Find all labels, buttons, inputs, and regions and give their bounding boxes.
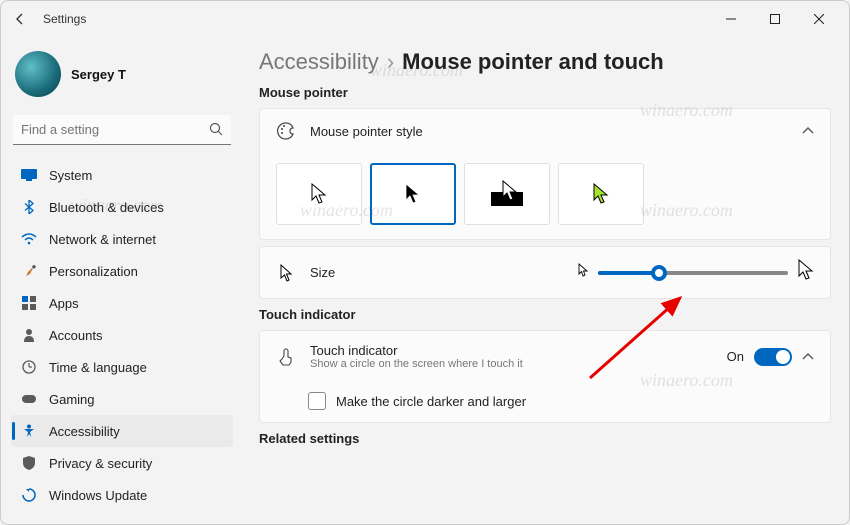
settings-window: Settings Sergey T System Bluetooth & dev…: [0, 0, 850, 525]
apps-icon: [21, 295, 37, 311]
cursor-icon: [276, 263, 296, 283]
nav-system[interactable]: System: [11, 159, 233, 191]
content-area: Accessibility › Mouse pointer and touch …: [241, 37, 849, 524]
checkbox-label: Make the circle darker and larger: [336, 394, 526, 409]
bluetooth-icon: [21, 199, 37, 215]
nav-label: System: [49, 168, 92, 183]
person-icon: [21, 327, 37, 343]
nav-label: Time & language: [49, 360, 147, 375]
section-related: Related settings: [259, 431, 831, 446]
mouse-pointer-style-card: Mouse pointer style: [259, 108, 831, 240]
titlebar: Settings: [1, 1, 849, 37]
search-input[interactable]: [13, 115, 231, 145]
back-button[interactable]: [9, 8, 31, 30]
cursor-small-icon: [578, 263, 588, 282]
nav-personalization[interactable]: Personalization: [11, 255, 233, 287]
touch-indicator-card: Touch indicator Show a circle on the scr…: [259, 330, 831, 423]
breadcrumb-parent[interactable]: Accessibility: [259, 49, 379, 75]
nav-label: Personalization: [49, 264, 138, 279]
toggle-label: On: [727, 349, 744, 364]
darker-larger-checkbox[interactable]: [308, 392, 326, 410]
pointer-style-custom[interactable]: [558, 163, 644, 225]
nav-apps[interactable]: Apps: [11, 287, 233, 319]
cursor-large-icon: [798, 259, 814, 286]
size-slider[interactable]: [598, 271, 788, 275]
nav-list: System Bluetooth & devices Network & int…: [11, 159, 233, 511]
window-title: Settings: [43, 12, 86, 26]
section-mouse-pointer: Mouse pointer: [259, 85, 831, 100]
section-touch-indicator: Touch indicator: [259, 307, 831, 322]
card-sub: Show a circle on the screen where I touc…: [310, 358, 713, 370]
avatar: [15, 51, 61, 97]
shield-icon: [21, 455, 37, 471]
minimize-button[interactable]: [709, 4, 753, 34]
pointer-style-black[interactable]: [370, 163, 456, 225]
search-box[interactable]: [13, 115, 231, 145]
touch-option-row[interactable]: Make the circle darker and larger: [260, 382, 830, 422]
nav-label: Bluetooth & devices: [49, 200, 164, 215]
breadcrumb: Accessibility › Mouse pointer and touch: [259, 49, 831, 75]
sidebar: Sergey T System Bluetooth & devices Netw…: [1, 37, 241, 524]
close-button[interactable]: [797, 4, 841, 34]
pointer-style-white[interactable]: [276, 163, 362, 225]
card-header[interactable]: Mouse pointer style: [260, 109, 830, 153]
nav-time-language[interactable]: Time & language: [11, 351, 233, 383]
user-account-row[interactable]: Sergey T: [11, 45, 233, 107]
paintbrush-icon: [21, 263, 37, 279]
card-label: Touch indicator: [310, 343, 713, 358]
pointer-style-inverted[interactable]: [464, 163, 550, 225]
nav-privacy[interactable]: Privacy & security: [11, 447, 233, 479]
card-label: Mouse pointer style: [310, 124, 788, 139]
nav-label: Gaming: [49, 392, 95, 407]
nav-windows-update[interactable]: Windows Update: [11, 479, 233, 511]
update-icon: [21, 487, 37, 503]
page-title: Mouse pointer and touch: [402, 49, 664, 75]
nav-label: Windows Update: [49, 488, 147, 503]
nav-label: Accessibility: [49, 424, 120, 439]
pointer-style-options: [260, 153, 830, 239]
nav-network[interactable]: Network & internet: [11, 223, 233, 255]
slider-thumb[interactable]: [651, 265, 667, 281]
touch-toggle[interactable]: [754, 348, 792, 366]
nav-label: Privacy & security: [49, 456, 152, 471]
chevron-right-icon: ›: [387, 49, 394, 75]
user-name: Sergey T: [71, 67, 126, 82]
chevron-up-icon: [802, 348, 814, 366]
nav-gaming[interactable]: Gaming: [11, 383, 233, 415]
display-icon: [21, 167, 37, 183]
nav-label: Network & internet: [49, 232, 156, 247]
gamepad-icon: [21, 391, 37, 407]
accessibility-icon: [21, 423, 37, 439]
search-icon: [209, 122, 223, 141]
size-label: Size: [310, 265, 335, 280]
nav-label: Apps: [49, 296, 79, 311]
card-header[interactable]: Touch indicator Show a circle on the scr…: [260, 331, 830, 382]
nav-accounts[interactable]: Accounts: [11, 319, 233, 351]
nav-label: Accounts: [49, 328, 102, 343]
touch-icon: [276, 347, 296, 367]
clock-icon: [21, 359, 37, 375]
wifi-icon: [21, 231, 37, 247]
chevron-up-icon: [802, 122, 814, 140]
palette-icon: [276, 121, 296, 141]
nav-bluetooth[interactable]: Bluetooth & devices: [11, 191, 233, 223]
maximize-button[interactable]: [753, 4, 797, 34]
pointer-size-card: Size: [259, 246, 831, 299]
nav-accessibility[interactable]: Accessibility: [11, 415, 233, 447]
